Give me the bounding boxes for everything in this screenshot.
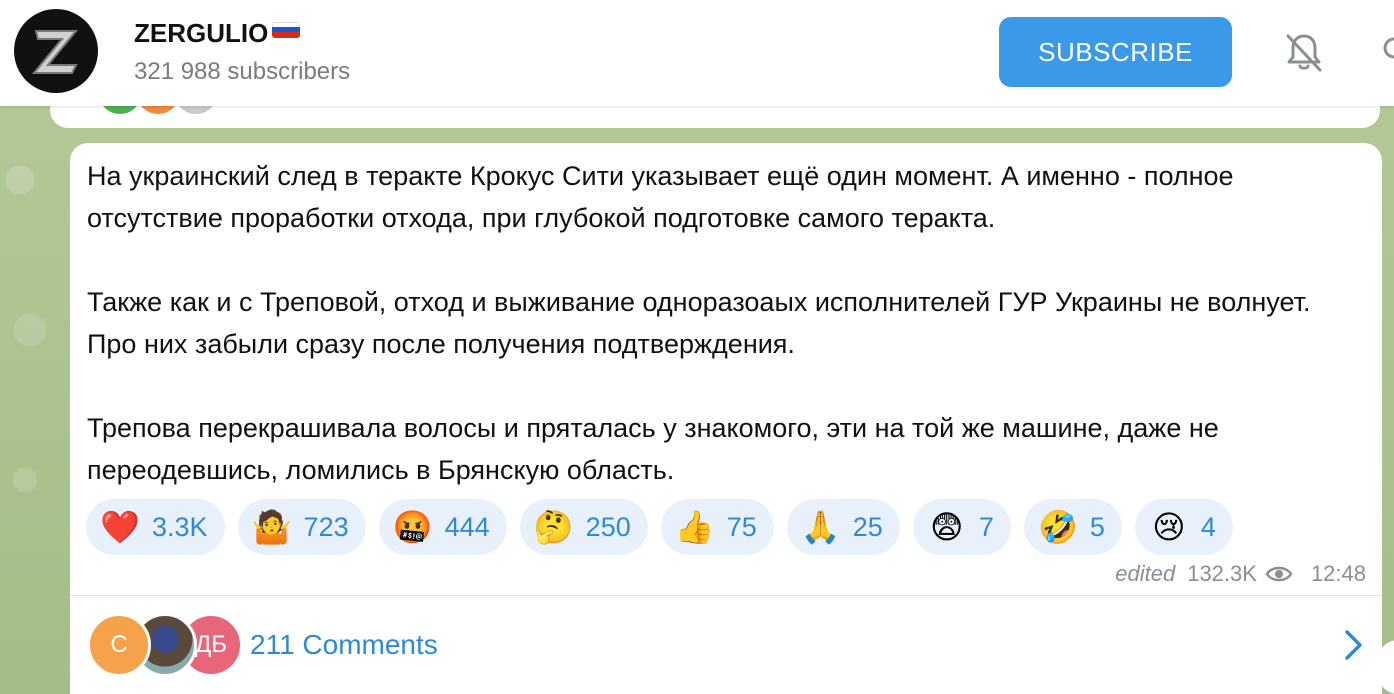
message-text: На украинский след в теракте Крокус Сити… [87,155,1367,491]
message-bubble: На украинский след в теракте Крокус Сити… [70,143,1382,694]
mute-bell-icon[interactable] [1282,30,1326,74]
crying-face-icon: 😢 [1152,509,1186,545]
shrug-icon: 🤷 [251,509,292,545]
z-logo-icon [31,30,79,74]
reaction-fearful[interactable]: 😨 7 [912,499,1011,555]
reaction-shrug[interactable]: 🤷 723 [237,499,366,555]
reaction-count: 75 [726,511,757,542]
channel-title[interactable]: ZERGULIO [134,18,301,49]
fearful-face-icon: 😨 [930,509,964,545]
search-icon[interactable] [1380,36,1394,66]
message-paragraph: На украинский след в теракте Крокус Сити… [87,161,1234,233]
reaction-folded-hands[interactable]: 🙏 25 [786,499,900,555]
russia-flag-icon [272,21,301,38]
subscriber-count: 321 988 subscribers [134,58,351,85]
comments-row[interactable]: С ДБ 211 Comments [70,596,1382,694]
reaction-count: 723 [303,511,349,542]
view-count: 132.3K [1187,561,1257,586]
message-time: 12:48 [1310,561,1366,586]
reaction-count: 25 [852,511,883,542]
rofl-icon: 🤣 [1037,509,1078,545]
reaction-count: 3.3K [152,511,208,542]
channel-name: ZERGULIO [134,18,269,48]
reactions-bar: ❤️ 3.3K 🤷 723 🤬 444 🤔 250 👍 75 🙏 25 😨 7 [86,499,1233,555]
thumbs-up-icon: 👍 [674,509,715,545]
avatar-initials: ДБ [194,631,227,658]
channel-avatar[interactable] [14,9,98,93]
reaction-count: 4 [1200,511,1216,542]
edited-label: edited [1115,561,1176,586]
message-paragraph: Также как и с Треповой, отход и выживани… [87,287,1311,359]
reaction-count: 5 [1089,511,1105,542]
reaction-thumbs-up[interactable]: 👍 75 [660,499,774,555]
reaction-cursing[interactable]: 🤬 444 [378,499,507,555]
thinking-face-icon: 🤔 [533,509,574,545]
reaction-rofl[interactable]: 🤣 5 [1023,499,1122,555]
folded-hands-icon: 🙏 [800,509,841,545]
comment-avatars: С ДБ [87,612,247,678]
reaction-thinking[interactable]: 🤔 250 [519,499,648,555]
avatar: С [87,613,151,677]
reaction-count: 7 [978,511,994,542]
eye-icon [1265,566,1293,582]
reaction-count: 444 [444,511,490,542]
reaction-crying[interactable]: 😢 4 [1134,499,1233,555]
message-meta: edited 132.3K 12:48 [1115,561,1366,587]
avatar-initials: С [110,631,128,658]
heart-icon: ❤️ [100,509,140,545]
subscribe-button[interactable]: SUBSCRIBE [999,17,1232,87]
channel-header: ZERGULIO 321 988 subscribers SUBSCRIBE [0,0,1394,106]
message-paragraph: Трепова перекрашивала волосы и пряталась… [87,413,1219,485]
reaction-heart[interactable]: ❤️ 3.3K [86,499,225,555]
cursing-face-icon: 🤬 [392,509,433,545]
chevron-right-icon[interactable] [1342,628,1366,662]
reaction-count: 250 [585,511,631,542]
comments-count-link[interactable]: 211 Comments [250,629,438,661]
